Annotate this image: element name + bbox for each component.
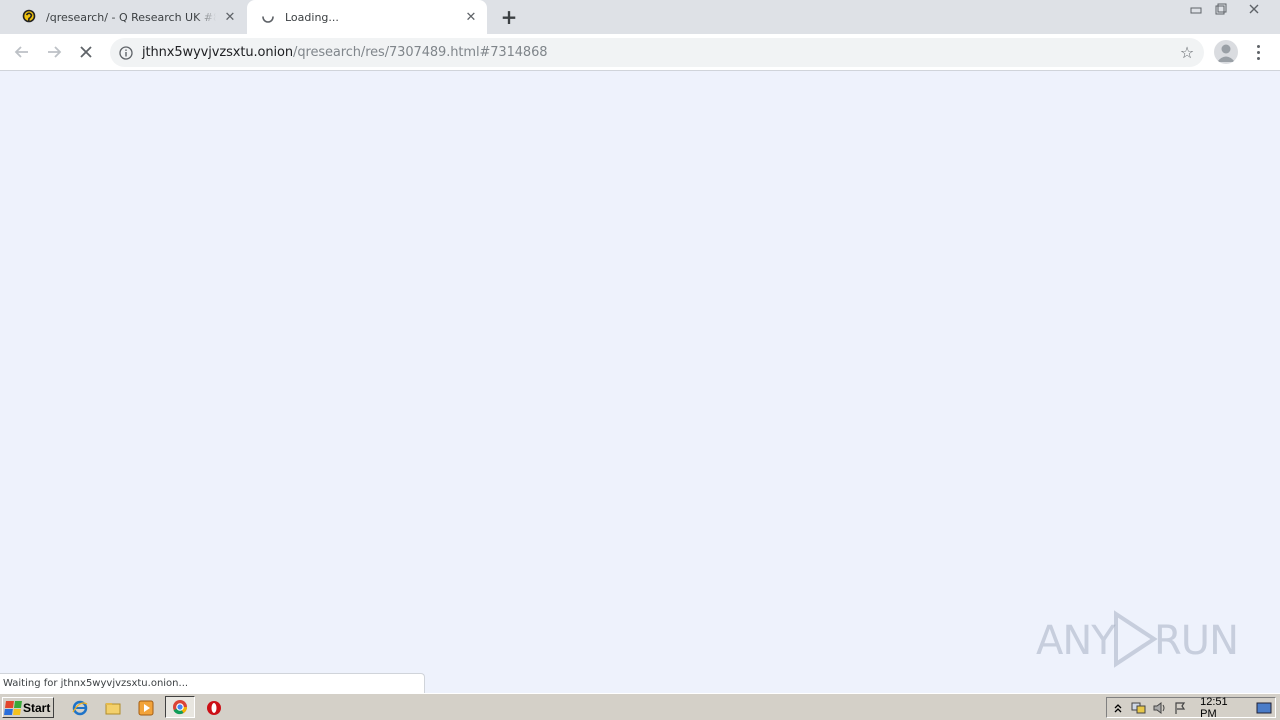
url-path: /qresearch/res/7307489.html#7314868 xyxy=(293,45,548,60)
volume-icon[interactable] xyxy=(1150,699,1171,717)
back-button[interactable] xyxy=(9,39,35,65)
tab-strip: /qresearch/ - Q Research UK #8: Bo ✕ Loa… xyxy=(0,0,1280,34)
watermark-text-right: RUN xyxy=(1154,618,1236,664)
taskbar: Start 12:51 PM xyxy=(0,693,1280,720)
start-button[interactable]: Start xyxy=(2,697,54,718)
opera-icon[interactable] xyxy=(205,699,223,717)
restore-icon[interactable] xyxy=(1208,0,1234,18)
start-label: Start xyxy=(23,700,51,715)
new-tab-button[interactable]: + xyxy=(497,5,521,29)
bookmark-star-icon[interactable]: ☆ xyxy=(1178,43,1196,62)
action-center-flag-icon[interactable] xyxy=(1171,699,1192,717)
tab-close-icon[interactable]: ✕ xyxy=(463,9,479,25)
info-icon[interactable] xyxy=(110,45,142,60)
anyrun-watermark: ANY RUN xyxy=(1036,606,1236,672)
stop-loading-button[interactable] xyxy=(73,39,99,65)
clock[interactable]: 12:51 PM xyxy=(1200,696,1246,720)
profile-avatar-icon[interactable] xyxy=(1214,40,1238,64)
url-text[interactable]: jthnx5wyvjvzsxtu.onion/qresearch/res/730… xyxy=(142,45,548,60)
watermark-text-left: ANY xyxy=(1036,618,1116,664)
minimize-icon[interactable] xyxy=(1183,0,1209,18)
close-window-icon[interactable] xyxy=(1240,0,1268,18)
folder-icon[interactable] xyxy=(104,699,122,717)
internet-explorer-icon[interactable] xyxy=(71,699,89,717)
media-player-icon[interactable] xyxy=(137,699,155,717)
anyrun-logo-icon: ANY RUN xyxy=(1036,610,1236,668)
tab-close-icon[interactable]: ✕ xyxy=(222,9,238,25)
forward-button[interactable] xyxy=(41,39,67,65)
page-content xyxy=(0,72,1280,692)
tab-title: Loading... xyxy=(285,10,339,24)
forward-arrow-icon xyxy=(48,46,62,58)
url-host: jthnx5wyvjvzsxtu.onion xyxy=(142,45,294,60)
status-bubble: Waiting for jthnx5wyvjvzsxtu.onion... xyxy=(0,673,425,693)
tray-expand-icon[interactable] xyxy=(1107,699,1128,717)
browser-menu-icon[interactable] xyxy=(1250,40,1266,64)
tab-qresearch[interactable]: /qresearch/ - Q Research UK #8: Bo ✕ xyxy=(8,0,246,34)
system-tray: 12:51 PM xyxy=(1106,696,1276,720)
tab-title: /qresearch/ - Q Research UK #8: Bo xyxy=(46,10,216,24)
address-bar[interactable]: jthnx5wyvjvzsxtu.onion/qresearch/res/730… xyxy=(110,38,1204,67)
windows-logo-icon xyxy=(4,700,22,715)
browser-toolbar: jthnx5wyvjvzsxtu.onion/qresearch/res/730… xyxy=(0,34,1280,71)
stop-icon xyxy=(80,46,92,58)
loading-spinner-icon xyxy=(259,8,277,26)
chrome-icon[interactable] xyxy=(165,696,195,718)
show-desktop-icon[interactable] xyxy=(1254,699,1275,717)
network-icon[interactable] xyxy=(1128,699,1149,717)
back-arrow-icon xyxy=(14,46,28,58)
tab-loading[interactable]: Loading... ✕ xyxy=(247,0,487,34)
q-icon xyxy=(20,8,38,26)
